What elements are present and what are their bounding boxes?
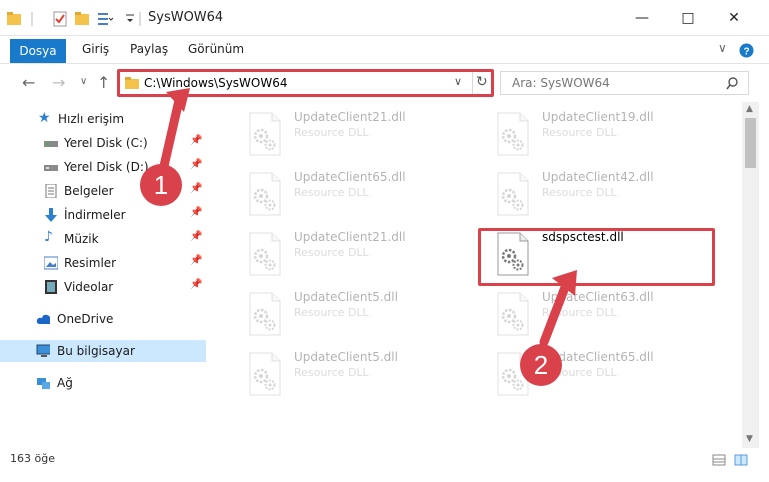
status-bar: 163 öğe [0, 448, 769, 482]
details-view-icon[interactable] [712, 454, 726, 466]
step-badge-2: 2 [520, 344, 562, 386]
item-count: 163 öğe [10, 452, 55, 465]
large-icons-view-icon[interactable] [734, 454, 748, 466]
annotation-arrows [159, 88, 577, 347]
step-badge-1: 1 [140, 164, 182, 206]
